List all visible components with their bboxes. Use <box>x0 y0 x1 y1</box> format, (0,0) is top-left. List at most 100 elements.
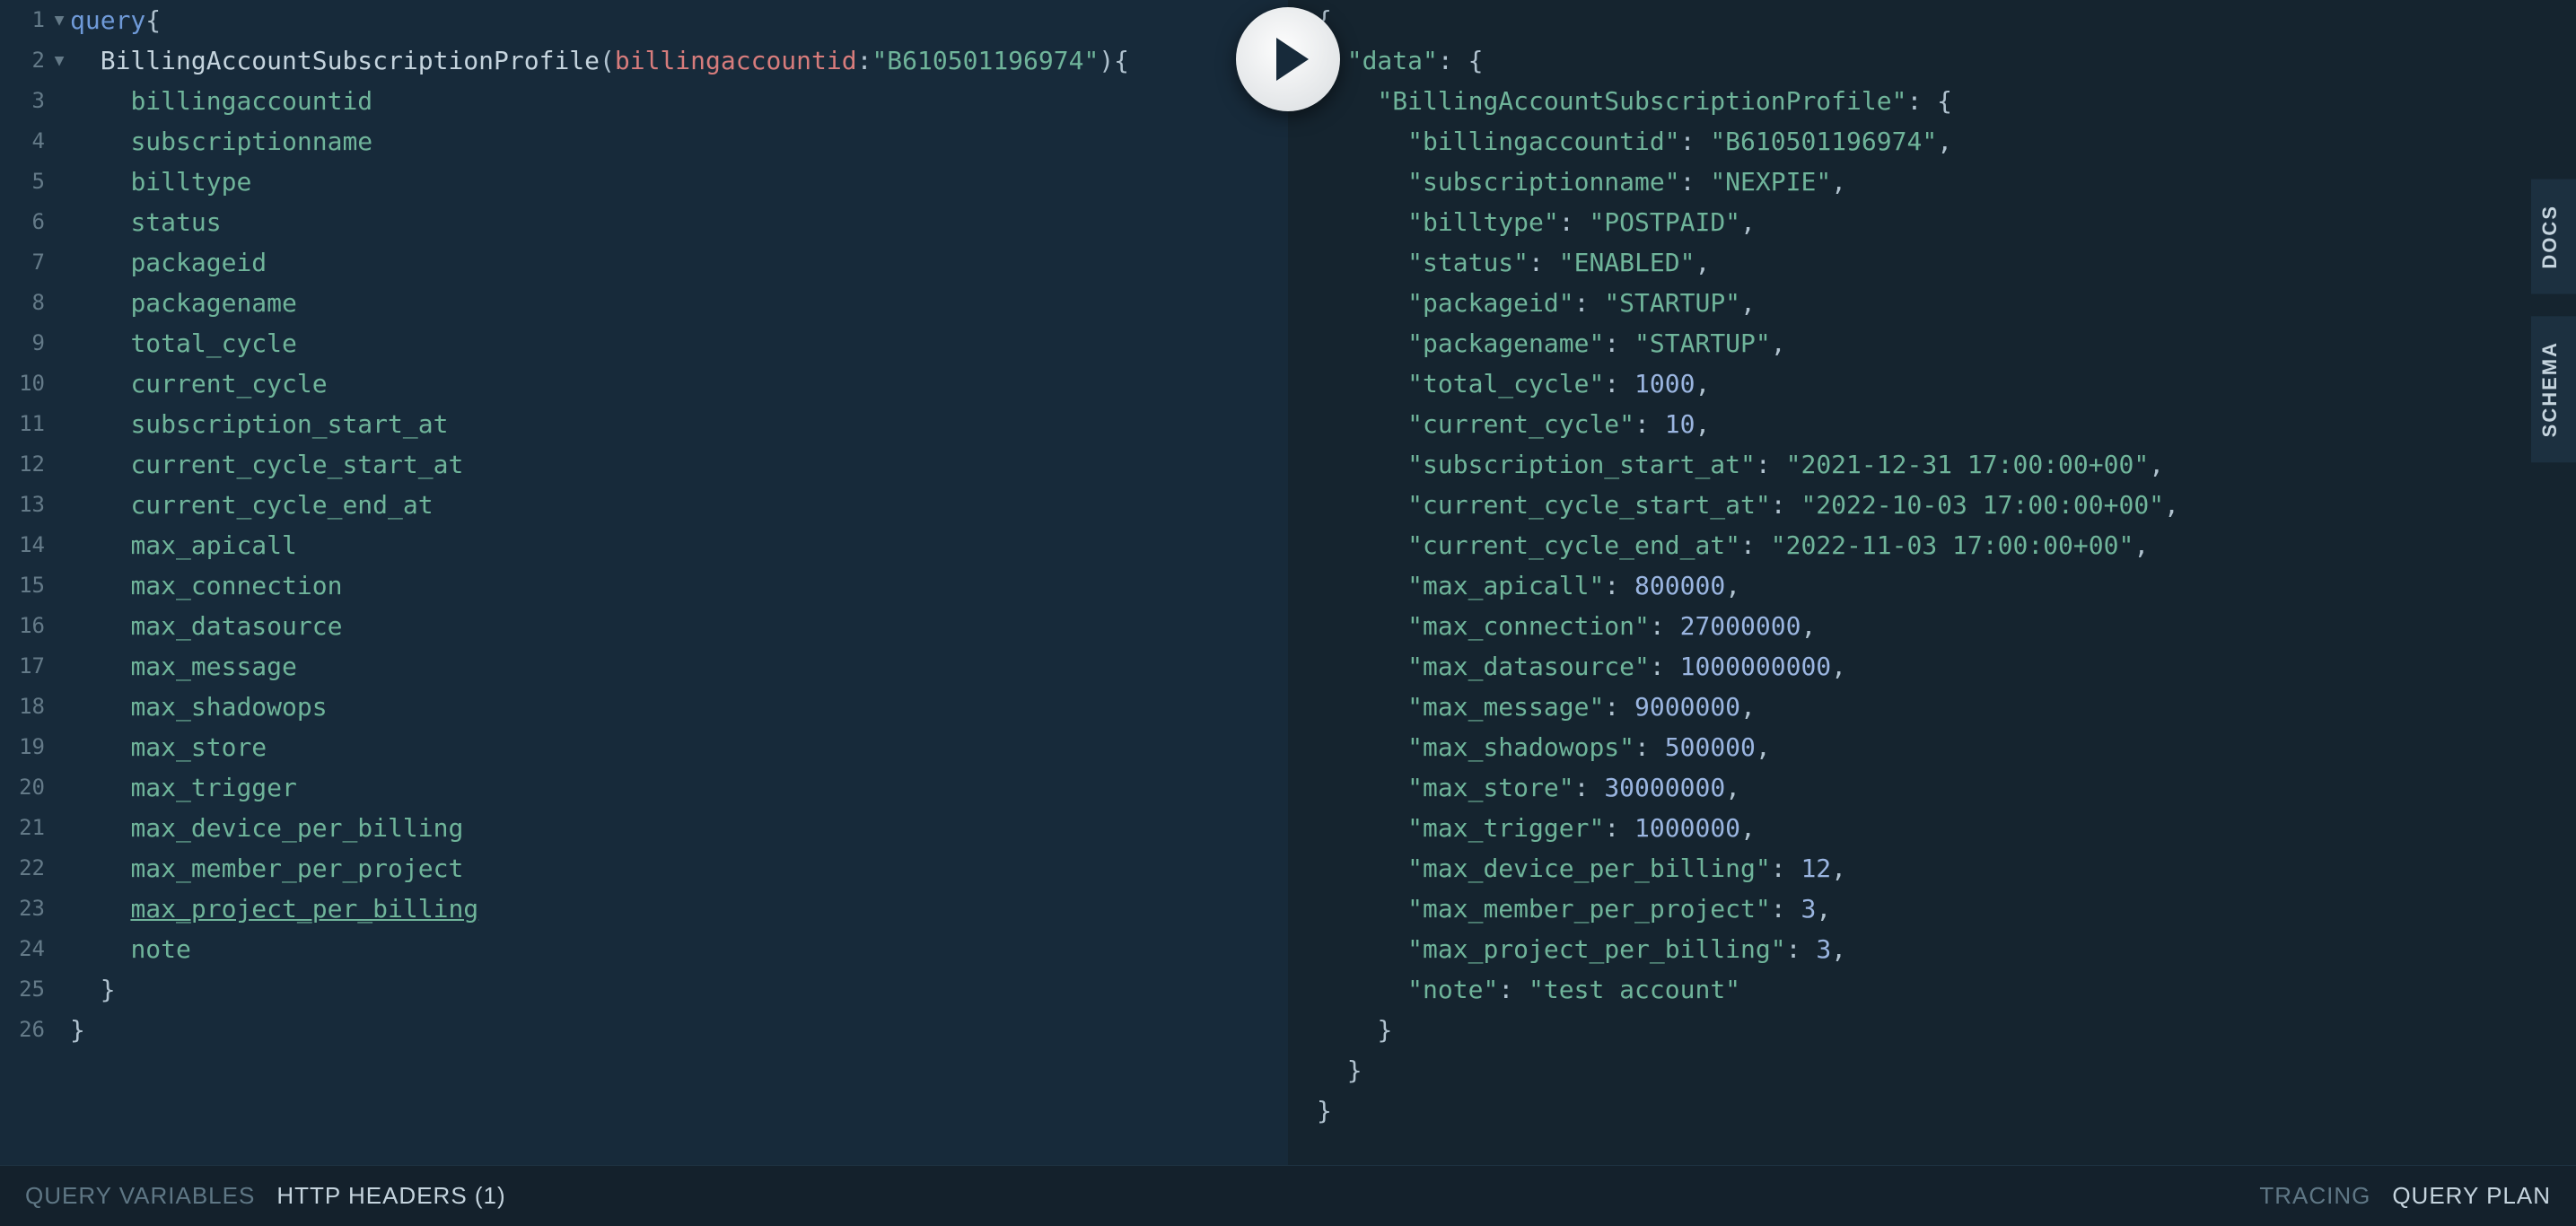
response-line[interactable]: "total_cycle": 1000, <box>1288 363 2576 404</box>
query-line[interactable]: 25 } <box>0 969 1288 1010</box>
response-text: "packagename": "STARTUP", <box>1317 323 1786 363</box>
query-line[interactable]: 13 current_cycle_end_at <box>0 485 1288 525</box>
response-viewer[interactable]: ▼ { ▼ "data": { ▼ "BillingAccountSubscri… <box>1288 0 2576 1165</box>
fold-caret-icon[interactable]: ▼ <box>52 0 66 40</box>
line-number: 2 <box>0 40 52 81</box>
response-text: "max_message": 9000000, <box>1317 687 1756 727</box>
response-line[interactable]: } <box>1288 1050 2576 1090</box>
response-text: "max_store": 30000000, <box>1317 767 1740 808</box>
query-line[interactable]: 9 total_cycle <box>0 323 1288 363</box>
response-text: "max_shadowops": 500000, <box>1317 727 1771 767</box>
query-line[interactable]: 20 max_trigger <box>0 767 1288 808</box>
response-line[interactable]: "note": "test account" <box>1288 969 2576 1010</box>
response-line[interactable]: "current_cycle_start_at": "2022-10-03 17… <box>1288 485 2576 525</box>
line-number: 22 <box>0 848 52 889</box>
code-text: subscription_start_at <box>66 404 448 444</box>
response-line[interactable]: "current_cycle": 10, <box>1288 404 2576 444</box>
line-number: 6 <box>0 202 52 242</box>
query-line[interactable]: 18 max_shadowops <box>0 687 1288 727</box>
response-line[interactable]: "max_connection": 27000000, <box>1288 606 2576 646</box>
line-number: 16 <box>0 606 52 646</box>
response-line[interactable]: "status": "ENABLED", <box>1288 242 2576 283</box>
query-line[interactable]: 17 max_message <box>0 646 1288 687</box>
response-line[interactable]: "current_cycle_end_at": "2022-11-03 17:0… <box>1288 525 2576 565</box>
response-line[interactable]: "billingaccountid": "B610501196974", <box>1288 121 2576 162</box>
execute-button[interactable] <box>1236 7 1340 111</box>
response-line[interactable]: "max_datasource": 1000000000, <box>1288 646 2576 687</box>
response-line[interactable]: "max_trigger": 1000000, <box>1288 808 2576 848</box>
response-text: "note": "test account" <box>1317 969 1740 1010</box>
response-line[interactable]: } <box>1288 1010 2576 1050</box>
response-line[interactable]: } <box>1288 1090 2576 1131</box>
query-line[interactable]: 7 packageid <box>0 242 1288 283</box>
query-line[interactable]: 1 ▼ query{ <box>0 0 1288 40</box>
code-text: BillingAccountSubscriptionProfile(billin… <box>66 40 1129 81</box>
schema-tab[interactable]: SCHEMA <box>2531 316 2576 462</box>
query-editor[interactable]: 1 ▼ query{ 2 ▼ BillingAccountSubscriptio… <box>0 0 1288 1165</box>
query-line[interactable]: 4 subscriptionname <box>0 121 1288 162</box>
response-line[interactable]: "max_shadowops": 500000, <box>1288 727 2576 767</box>
query-line[interactable]: 24 note <box>0 929 1288 969</box>
response-text: "packageid": "STARTUP", <box>1317 283 1756 323</box>
query-line[interactable]: 21 max_device_per_billing <box>0 808 1288 848</box>
query-line[interactable]: 23 max_project_per_billing <box>0 889 1288 929</box>
response-line[interactable]: "max_project_per_billing": 3, <box>1288 929 2576 969</box>
code-text: max_store <box>66 727 267 767</box>
tab-tracing[interactable]: TRACING <box>2259 1182 2370 1210</box>
tab-http-headers[interactable]: HTTP HEADERS (1) <box>276 1182 505 1210</box>
line-number: 24 <box>0 929 52 969</box>
response-text: "BillingAccountSubscriptionProfile": { <box>1317 81 1952 121</box>
response-line[interactable]: "subscriptionname": "NEXPIE", <box>1288 162 2576 202</box>
response-line[interactable]: "subscription_start_at": "2021-12-31 17:… <box>1288 444 2576 485</box>
response-line[interactable]: "max_member_per_project": 3, <box>1288 889 2576 929</box>
query-line[interactable]: 26 } <box>0 1010 1288 1050</box>
code-text: max_project_per_billing <box>66 889 478 929</box>
query-line[interactable]: 12 current_cycle_start_at <box>0 444 1288 485</box>
code-text: max_apicall <box>66 525 297 565</box>
line-number: 11 <box>0 404 52 444</box>
fold-caret-icon[interactable]: ▼ <box>52 40 66 81</box>
response-line[interactable]: "max_message": 9000000, <box>1288 687 2576 727</box>
query-line[interactable]: 2 ▼ BillingAccountSubscriptionProfile(bi… <box>0 40 1288 81</box>
line-number: 1 <box>0 0 52 40</box>
tab-query-variables[interactable]: QUERY VARIABLES <box>25 1182 255 1210</box>
code-text: billtype <box>66 162 251 202</box>
code-text: } <box>66 969 116 1010</box>
tab-query-plan[interactable]: QUERY PLAN <box>2392 1182 2551 1210</box>
query-line[interactable]: 10 current_cycle <box>0 363 1288 404</box>
line-number: 9 <box>0 323 52 363</box>
response-line[interactable]: "packagename": "STARTUP", <box>1288 323 2576 363</box>
code-text: max_message <box>66 646 297 687</box>
response-line[interactable]: "max_device_per_billing": 12, <box>1288 848 2576 889</box>
docs-tab[interactable]: DOCS <box>2531 180 2576 294</box>
query-line[interactable]: 15 max_connection <box>0 565 1288 606</box>
line-number: 13 <box>0 485 52 525</box>
line-number: 12 <box>0 444 52 485</box>
code-text: current_cycle_end_at <box>66 485 434 525</box>
response-line[interactable]: "max_store": 30000000, <box>1288 767 2576 808</box>
query-line[interactable]: 16 max_datasource <box>0 606 1288 646</box>
response-line[interactable]: ▼ "BillingAccountSubscriptionProfile": { <box>1288 81 2576 121</box>
response-line[interactable]: ▼ "data": { <box>1288 40 2576 81</box>
line-number: 7 <box>0 242 52 283</box>
line-number: 17 <box>0 646 52 687</box>
response-text: "data": { <box>1317 40 1483 81</box>
query-line[interactable]: 8 packagename <box>0 283 1288 323</box>
query-line[interactable]: 6 status <box>0 202 1288 242</box>
query-line[interactable]: 22 max_member_per_project <box>0 848 1288 889</box>
response-text: "max_connection": 27000000, <box>1317 606 1816 646</box>
response-text: } <box>1317 1090 1332 1131</box>
response-text: "current_cycle_end_at": "2022-11-03 17:0… <box>1317 525 2149 565</box>
query-line[interactable]: 19 max_store <box>0 727 1288 767</box>
response-line[interactable]: "max_apicall": 800000, <box>1288 565 2576 606</box>
line-number: 21 <box>0 808 52 848</box>
query-line[interactable]: 5 billtype <box>0 162 1288 202</box>
response-line[interactable]: "packageid": "STARTUP", <box>1288 283 2576 323</box>
query-line[interactable]: 11 subscription_start_at <box>0 404 1288 444</box>
query-line[interactable]: 14 max_apicall <box>0 525 1288 565</box>
query-line[interactable]: 3 billingaccountid <box>0 81 1288 121</box>
response-text: "max_datasource": 1000000000, <box>1317 646 1846 687</box>
code-text: subscriptionname <box>66 121 372 162</box>
response-line[interactable]: "billtype": "POSTPAID", <box>1288 202 2576 242</box>
response-line[interactable]: ▼ { <box>1288 0 2576 40</box>
